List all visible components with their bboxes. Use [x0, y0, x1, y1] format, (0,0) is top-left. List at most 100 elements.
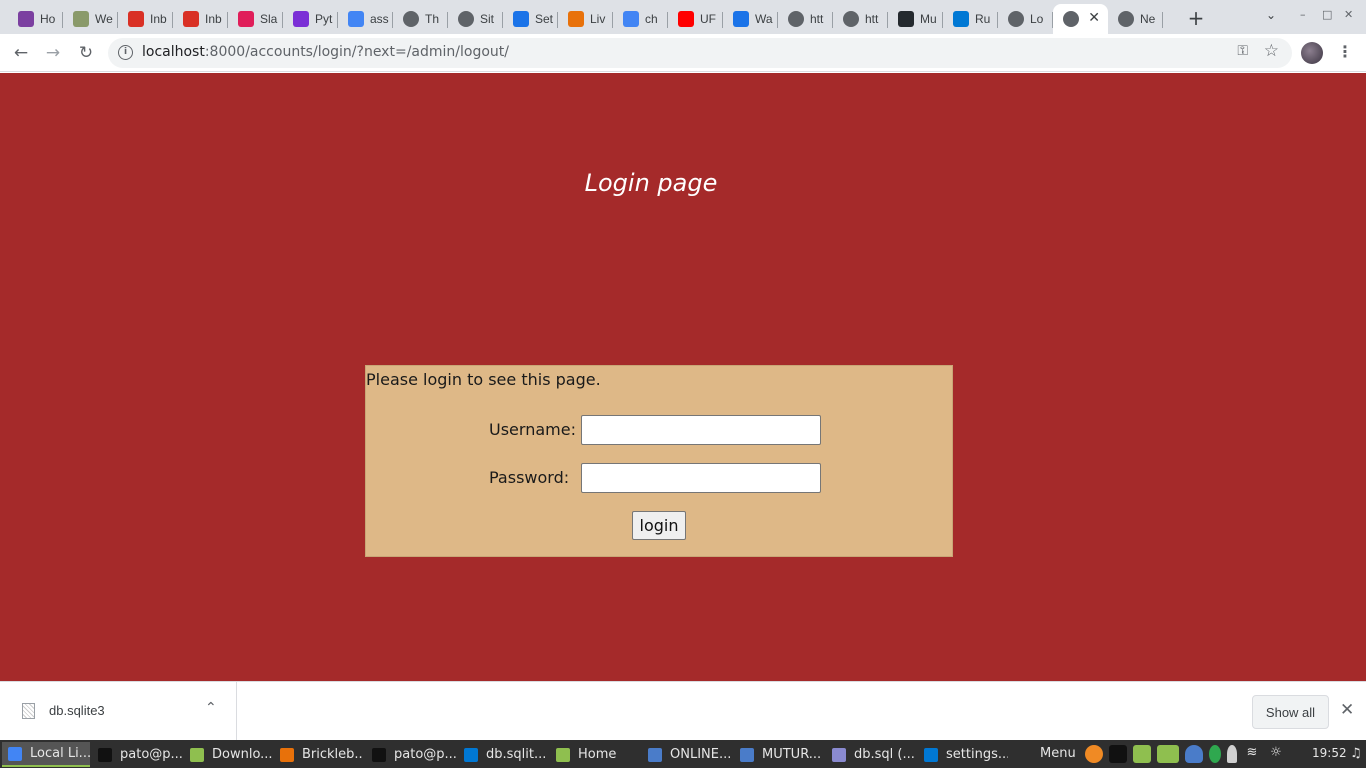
site-info-icon[interactable]: i: [118, 45, 133, 60]
taskbar-item-label: Brickleb...: [302, 747, 364, 762]
chevron-up-icon[interactable]: ⌃: [205, 700, 217, 716]
system-tray: ≋ ☼: [1085, 740, 1285, 768]
back-arrow-icon[interactable]: ←: [10, 42, 32, 64]
show-all-button[interactable]: Show all: [1252, 695, 1329, 729]
tab-13[interactable]: Wa: [723, 4, 778, 34]
forward-arrow-icon[interactable]: →: [42, 42, 64, 64]
taskbar-item[interactable]: db.sqlit...: [458, 742, 548, 767]
ls-icon: [568, 11, 584, 27]
music-note-icon[interactable]: ♫: [1350, 746, 1366, 764]
folder-icon[interactable]: [1133, 745, 1151, 763]
taskbar-item-label: db.sql (...: [854, 747, 915, 762]
gear-icon: [513, 11, 529, 27]
shield-icon[interactable]: [1185, 745, 1203, 763]
tab-7[interactable]: Th: [393, 4, 448, 34]
login-message: Please login to see this page.: [366, 370, 601, 389]
taskbar-item[interactable]: Home: [550, 742, 640, 767]
browser-toolbar: ← → ↻ i localhost:8000/accounts/login/?n…: [0, 34, 1366, 72]
tab-15[interactable]: htt: [833, 4, 888, 34]
tab-6[interactable]: ass: [338, 4, 393, 34]
login-button[interactable]: login: [632, 511, 686, 540]
globe-icon: [458, 11, 474, 27]
globe-icon: [1008, 11, 1024, 27]
login-form: Please login to see this page. Username:…: [365, 365, 953, 557]
tab-title: Th: [425, 12, 440, 26]
url-text[interactable]: localhost:8000/accounts/login/?next=/adm…: [142, 44, 509, 60]
taskbar-item[interactable]: Downlo...: [184, 742, 272, 767]
taskbar-item[interactable]: Brickleb...: [274, 742, 364, 767]
tab-17[interactable]: Ru: [943, 4, 998, 34]
tab-title: Pyt: [315, 12, 333, 26]
tab-12[interactable]: UF: [668, 4, 723, 34]
tab-2[interactable]: Inb: [118, 4, 173, 34]
minimize-icon[interactable]: –: [1300, 8, 1306, 21]
bluetooth-icon[interactable]: [1209, 745, 1221, 763]
workspace-icon[interactable]: [1157, 745, 1179, 763]
terminal-icon[interactable]: [1109, 745, 1127, 763]
key-icon[interactable]: ⚿: [1237, 43, 1248, 59]
wifi-icon[interactable]: ≋: [1243, 745, 1261, 763]
bookmark-star-icon[interactable]: ☆: [1264, 41, 1279, 61]
taskbar-item[interactable]: MUTUR...: [734, 742, 824, 767]
address-bar[interactable]: i localhost:8000/accounts/login/?next=/a…: [108, 38, 1292, 68]
tab-title: Lo: [1030, 12, 1044, 26]
tab-0[interactable]: Ho: [8, 4, 63, 34]
globe-icon: [403, 11, 419, 27]
new-tab-button[interactable]: +: [1186, 6, 1206, 30]
tab-search-icon[interactable]: ⌄: [1266, 8, 1276, 22]
tab-title: UF: [700, 12, 716, 26]
firefox-icon[interactable]: [1085, 745, 1103, 763]
url-host: localhost: [142, 44, 205, 60]
maximize-icon[interactable]: □: [1322, 8, 1332, 21]
username-label: Username:: [489, 420, 576, 439]
wa-icon: [733, 11, 749, 27]
close-icon[interactable]: ✕: [1340, 700, 1354, 720]
tab-title: We: [95, 12, 113, 26]
taskbar-item[interactable]: ONLINE...: [642, 742, 732, 767]
password-label: Password:: [489, 468, 570, 487]
tab-title: Sla: [260, 12, 278, 26]
tab-19[interactable]: ✕: [1053, 4, 1108, 34]
taskbar-item[interactable]: settings...: [918, 742, 1008, 767]
tab-20[interactable]: Ne: [1108, 4, 1163, 34]
password-input[interactable]: [581, 463, 821, 493]
close-tab-icon[interactable]: ✕: [1088, 10, 1100, 26]
tab-3[interactable]: Inb: [173, 4, 228, 34]
taskbar-item-label: ONLINE...: [670, 747, 732, 762]
profile-avatar[interactable]: [1301, 42, 1323, 64]
tab-title: Inb: [150, 12, 167, 26]
google-icon: [623, 11, 639, 27]
taskbar-item[interactable]: db.sql (...: [826, 742, 916, 767]
tab-1[interactable]: We: [63, 4, 118, 34]
pycharm-icon: [293, 11, 309, 27]
tab-title: htt: [810, 12, 824, 26]
tab-strip: Ho We Inb Inb Sla Pyt ass Th Sit Set Liv ch UF Wa htt h…: [0, 0, 1366, 34]
taskbar-item[interactable]: pato@p...: [92, 742, 182, 767]
tab-5[interactable]: Pyt: [283, 4, 338, 34]
username-input[interactable]: [581, 415, 821, 445]
taskbar-item[interactable]: pato@p...: [366, 742, 456, 767]
close-window-icon[interactable]: ✕: [1344, 8, 1353, 21]
vscode-icon: [924, 747, 938, 762]
tab-11[interactable]: ch: [613, 4, 668, 34]
document-icon: [648, 747, 662, 762]
brightness-icon[interactable]: ☼: [1267, 745, 1285, 763]
tab-title: ch: [645, 12, 658, 26]
tab-16[interactable]: Mu: [888, 4, 943, 34]
tab-title: Sit: [480, 12, 495, 26]
tab-18[interactable]: Lo: [998, 4, 1053, 34]
tab-8[interactable]: Sit: [448, 4, 503, 34]
tab-14[interactable]: htt: [778, 4, 833, 34]
tab-9[interactable]: Set: [503, 4, 558, 34]
download-item[interactable]: db.sqlite3 ⌃: [0, 682, 237, 740]
start-menu-label[interactable]: Menu: [1040, 746, 1076, 761]
os-taskbar: Menu ≋ ☼ 19:52 ♫ Local Li... pato@p... Dow…: [0, 740, 1366, 768]
taskbar-item-label: pato@p...: [120, 747, 182, 762]
taskbar-item-label: MUTUR...: [762, 747, 822, 762]
kebab-menu-icon[interactable]: ⋮: [1337, 42, 1353, 61]
tab-10[interactable]: Liv: [558, 4, 613, 34]
taskbar-item[interactable]: Local Li...: [2, 742, 90, 767]
tab-4[interactable]: Sla: [228, 4, 283, 34]
reload-icon[interactable]: ↻: [75, 42, 97, 64]
user-icon[interactable]: [1227, 745, 1237, 763]
